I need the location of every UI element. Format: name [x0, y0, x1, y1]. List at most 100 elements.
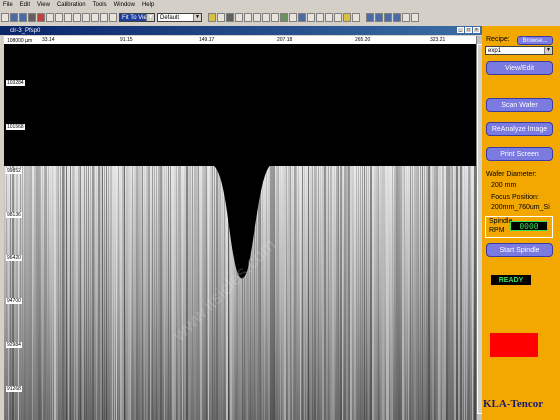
- x-tick-label: 33.14: [42, 37, 55, 43]
- table-icon[interactable]: [307, 13, 315, 22]
- surface-scan-image: www.itsicles.com: [4, 44, 476, 420]
- pencil-icon[interactable]: [262, 13, 270, 22]
- spindle-label: Spindle: [489, 218, 513, 225]
- maximize-icon[interactable]: □: [465, 27, 472, 33]
- y-tick-label: 91268: [6, 386, 22, 392]
- status-indicator: READY: [491, 275, 531, 285]
- recipe-select[interactable]: exp1 ▼: [485, 46, 553, 55]
- select-arrow-icon[interactable]: [82, 13, 90, 22]
- image-icon[interactable]: [226, 13, 234, 22]
- reanalyze-image-label: ReAnalyze Image: [491, 125, 548, 133]
- y-tick-label: 101568: [6, 124, 25, 130]
- control-panel: Recipe: Browse... exp1 ▼ View/Edit Scan …: [482, 26, 560, 420]
- window-arrange-icon[interactable]: [384, 13, 392, 22]
- y-tick-label: 103284: [6, 80, 25, 86]
- menu-window[interactable]: Window: [111, 2, 139, 8]
- y-tick-label: 94700: [6, 298, 22, 304]
- save-icon[interactable]: [19, 13, 27, 22]
- focus-position-label: Focus Position:: [491, 194, 539, 201]
- minimize-icon[interactable]: _: [457, 27, 464, 33]
- y-tick-label: 98136: [6, 212, 22, 218]
- sigma-icon[interactable]: [289, 13, 297, 22]
- status-text: READY: [498, 276, 524, 284]
- menu-calibration[interactable]: Calibration: [54, 2, 90, 8]
- new-file-icon[interactable]: [1, 13, 9, 22]
- chart-icon[interactable]: [298, 13, 306, 22]
- histogram-icon[interactable]: [325, 13, 333, 22]
- print-screen-button[interactable]: Print Screen: [486, 147, 553, 161]
- toolbar: Fit To View ▼ Default ▼: [0, 9, 560, 27]
- reanalyze-image-button[interactable]: ReAnalyze Image: [486, 122, 553, 136]
- focus-position-value: 200mm_760um_Si: [491, 204, 550, 211]
- rpm-label: RPM: [489, 227, 505, 234]
- pointer-icon[interactable]: [235, 13, 243, 22]
- print-screen-label: Print Screen: [500, 150, 539, 158]
- profile-select-value: Default: [160, 14, 180, 21]
- scan-wafer-label: Scan Wafer: [501, 101, 538, 109]
- recipe-select-value: exp1: [488, 47, 502, 54]
- window-cascade-icon[interactable]: [375, 13, 383, 22]
- circle-icon[interactable]: [271, 13, 279, 22]
- browse-button-label: Browse...: [522, 37, 548, 44]
- line-icon[interactable]: [244, 13, 252, 22]
- measure-icon[interactable]: [100, 13, 108, 22]
- window-close-all-icon[interactable]: [393, 13, 401, 22]
- spindle-group: Spindle RPM 0000: [485, 216, 553, 238]
- menu-file[interactable]: File: [0, 2, 17, 8]
- function-icon[interactable]: [280, 13, 288, 22]
- delete-icon[interactable]: [37, 13, 45, 22]
- wafer-diameter-label: Wafer Diameter:: [486, 171, 537, 178]
- start-spindle-label: Start Spindle: [499, 246, 540, 254]
- profile-icon[interactable]: [316, 13, 324, 22]
- window-controls: _ □ ×: [456, 27, 480, 33]
- scan-image-view[interactable]: www.itsicles.com 33.14 91.15 149.17 207.…: [4, 36, 476, 420]
- start-spindle-button[interactable]: Start Spindle: [486, 243, 553, 257]
- close-icon[interactable]: ×: [473, 27, 480, 33]
- rpm-readout: 0000: [510, 221, 548, 231]
- y-tick-label: 99852: [6, 168, 22, 174]
- settings-icon[interactable]: [402, 13, 410, 22]
- view-edit-button[interactable]: View/Edit: [486, 61, 553, 75]
- grid-icon[interactable]: [217, 13, 225, 22]
- ruler-icon[interactable]: [109, 13, 117, 22]
- scan-wafer-button[interactable]: Scan Wafer: [486, 98, 553, 112]
- notes-icon[interactable]: [343, 13, 351, 22]
- chevron-down-icon: ▼: [146, 14, 154, 21]
- x-tick-label: 323.21: [430, 37, 446, 43]
- zoom-out-icon[interactable]: [55, 13, 63, 22]
- chevron-down-icon: ▼: [193, 14, 201, 21]
- document-title-bar: clr-3_Pfsp0 _ □ ×: [0, 26, 482, 35]
- menu-view[interactable]: View: [34, 2, 54, 8]
- menu-tools[interactable]: Tools: [90, 2, 111, 8]
- folder-icon[interactable]: [208, 13, 216, 22]
- y-tick-label: 108000 µm: [6, 38, 34, 44]
- zoom-in-icon[interactable]: [46, 13, 54, 22]
- crosshair-icon[interactable]: [91, 13, 99, 22]
- x-tick-label: 149.17: [199, 37, 215, 43]
- wafer-diameter-value: 200 mm: [491, 182, 517, 189]
- layers-icon[interactable]: [352, 13, 360, 22]
- box-icon[interactable]: [253, 13, 261, 22]
- menu-edit[interactable]: Edit: [17, 2, 34, 8]
- help-icon[interactable]: [411, 13, 419, 22]
- pan-icon[interactable]: [73, 13, 81, 22]
- recipe-label: Recipe:: [486, 36, 510, 43]
- profile-select[interactable]: Default ▼: [157, 13, 202, 22]
- zoom-window-icon[interactable]: [64, 13, 72, 22]
- map-icon[interactable]: [334, 13, 342, 22]
- view-edit-label: View/Edit: [504, 64, 535, 72]
- x-axis-ruler: 33.14 91.15 149.17 207.18 265.20 323.21: [4, 36, 476, 44]
- alarm-indicator: [490, 333, 538, 357]
- open-folder-icon[interactable]: [10, 13, 18, 22]
- menu-bar: File Edit View Calibration Tools Window …: [0, 0, 560, 9]
- zoom-select[interactable]: Fit To View ▼: [119, 13, 155, 22]
- browse-button[interactable]: Browse...: [517, 36, 553, 45]
- window-tile-icon[interactable]: [366, 13, 374, 22]
- kla-tencor-logo: KLA-Tencor: [483, 398, 544, 410]
- y-tick-label: 92984: [6, 342, 22, 348]
- image-document-window: clr-3_Pfsp0 _ □ × www.itsicles.com 33.14: [0, 26, 483, 420]
- x-tick-label: 91.15: [120, 37, 133, 43]
- chevron-down-icon: ▼: [544, 47, 552, 54]
- print-icon[interactable]: [28, 13, 36, 22]
- menu-help[interactable]: Help: [139, 2, 158, 8]
